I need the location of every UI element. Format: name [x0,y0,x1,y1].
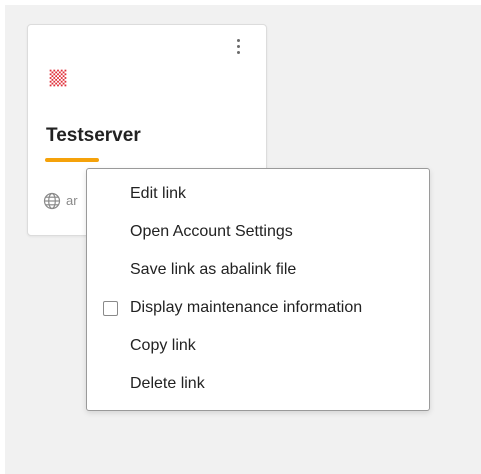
title-accent-bar [45,158,99,162]
menu-item-save-abalink[interactable]: Save link as abalink file [87,253,429,287]
menu-item-label: Open Account Settings [130,223,293,240]
abacus-logo-icon [49,69,67,87]
menu-item-label: Delete link [130,375,205,392]
menu-item-label: Copy link [130,337,196,354]
card-url: ar [66,193,78,208]
menu-item-copy-link[interactable]: Copy link [87,329,429,363]
menu-item-delete-link[interactable]: Delete link [87,367,429,401]
menu-item-label: Display maintenance information [130,299,363,316]
context-menu: Edit link Open Account Settings Save lin… [86,168,430,411]
menu-item-display-maintenance[interactable]: Display maintenance information [87,291,429,325]
maintenance-checkbox[interactable] [103,300,118,316]
menu-item-edit-link[interactable]: Edit link [87,177,429,211]
kebab-menu-icon[interactable] [230,39,246,65]
globe-icon [43,192,61,210]
menu-item-label: Save link as abalink file [130,261,297,278]
menu-item-open-account-settings[interactable]: Open Account Settings [87,215,429,249]
menu-item-label: Edit link [130,185,187,202]
card-title: Testserver [46,125,141,146]
